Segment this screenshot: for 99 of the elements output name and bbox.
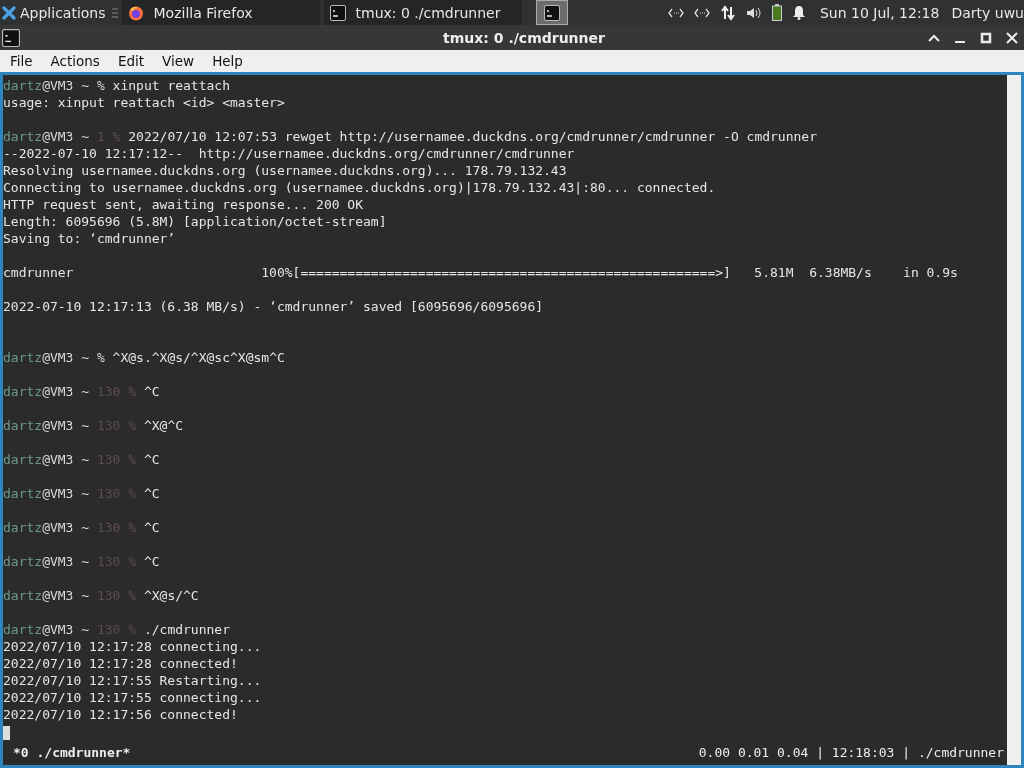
prompt-host: @VM3 [42,622,74,637]
terminal-icon [543,4,560,21]
menu-item[interactable]: Actions [50,53,100,69]
prompt-sign: % [128,622,137,637]
transfer-arrows-icon[interactable] [719,4,736,21]
command-text: ^X@s.^X@s/^X@sc^X@sm^C [112,350,285,365]
prompt-sign: % [128,452,137,467]
battery-icon[interactable] [771,4,782,21]
command-text: ^C [143,452,160,467]
menu-item[interactable]: View [162,53,195,69]
command-text: ^C [143,384,160,399]
output-text: 2022/07/10 12:17:56 connected! [3,707,238,722]
separator-icon [111,7,118,18]
prompt-host: @VM3 [42,588,74,603]
prompt-path: ~ [81,520,90,535]
window-title: tmux: 0 ./cmdrunner [442,29,606,46]
network-icon[interactable] [667,7,684,18]
output-text: --2022-07-10 12:17:12-- http://usernamee.duckdns.org/cmdrunner/cmdrunner [3,146,575,161]
prompt-sign: % [128,588,137,603]
clock[interactable]: Sun 10 Jul, 12:18 [819,4,940,21]
output-text: Resolving usernamee.duckdns.org (usernamee.duckdns.org)... 178.79.132.43 [3,163,567,178]
prompt-sign: % [128,418,137,433]
prompt-sign: % [128,554,137,569]
terminal-icon [329,4,346,21]
prompt-user: dartz [3,622,43,637]
command-text: 2022/07/10 12:07:53 rewget http://usernamee.duckdns.org/cmdrunner/cmdrunner -O cmdrunner [128,129,817,144]
prompt-path: ~ [81,78,90,93]
output-text: 2022/07/10 12:17:55 Restarting... [3,673,262,688]
prompt-path: ~ [81,452,90,467]
prompt-user: dartz [3,588,43,603]
prompt-path: ~ [81,350,90,365]
prompt-user: dartz [3,350,43,365]
output-text: 2022/07/10 12:17:28 connecting... [3,639,262,654]
menu-item[interactable]: Edit [117,53,145,69]
command-text: ^C [143,554,160,569]
prompt-sign: % [128,384,137,399]
command-text: xinput reattach [112,78,230,93]
network-icon[interactable] [693,7,710,18]
prompt-host: @VM3 [42,384,74,399]
menu-item[interactable]: File [10,53,33,69]
command-text: ./cmdrunner [143,622,230,637]
applications-menu[interactable]: Applications [0,0,108,25]
prompt-path: ~ [81,384,90,399]
prompt-user: dartz [3,520,43,535]
notification-bell-icon[interactable] [791,5,806,20]
prompt-host: @VM3 [42,78,74,93]
prompt-host: @VM3 [42,520,74,535]
taskbar-button[interactable] [535,0,568,25]
prompt-user: dartz [3,129,43,144]
output-text: Connecting to usernamee.duckdns.org (usernamee.duckdns.org)|178.79.132.43|:80... connected. [3,180,716,195]
prompt-path: ~ [81,554,90,569]
output-text: 2022-07-10 12:17:13 (6.38 MB/s) - ‘cmdrunner’ saved [6095696/6095696] [3,299,544,314]
user-name[interactable]: Darty uwu [951,4,1024,21]
terminal-icon [2,28,20,47]
close-button[interactable] [1006,31,1018,44]
prompt-host: @VM3 [42,486,74,501]
prompt-user: dartz [3,418,43,433]
prompt-user: dartz [3,452,43,467]
command-text: ^C [143,520,160,535]
prompt-sign: % [112,129,121,144]
output-text: HTTP request sent, awaiting response... 200 OK [3,197,364,212]
prompt-path: ~ [81,486,90,501]
prompt-path: ~ [81,622,90,637]
prompt-host: @VM3 [42,554,74,569]
prompt-host: @VM3 [42,129,74,144]
prompt-sign: % [128,520,137,535]
text-cursor [3,725,10,740]
taskbar-button[interactable]: Mozilla Firefox [121,0,320,25]
prompt-sign: % [128,486,137,501]
prompt-user: dartz [3,384,43,399]
prompt-user: dartz [3,486,43,501]
command-text: ^C [143,486,160,501]
prompt-host: @VM3 [42,350,74,365]
output-text: 2022/07/10 12:17:55 connecting... [3,690,262,705]
command-text: ^X@^C [143,418,184,433]
prompt-host: @VM3 [42,418,74,433]
scrollbar[interactable] [1007,75,1021,765]
tmux-window-label[interactable]: *0 ./cmdrunner* [13,744,131,761]
output-text: usage: xinput reattach <id> <master> [3,95,285,110]
prompt-path: ~ [81,418,90,433]
firefox-icon [127,4,144,21]
prompt-sign: % [96,78,105,93]
menu-item[interactable]: Help [212,53,243,69]
prompt-sign: % [96,350,105,365]
prompt-host: @VM3 [42,452,74,467]
taskbar-button[interactable]: tmux: 0 ./cmdrunner [323,0,522,25]
tmux-status-info: 0.00 0.01 0.04 | 12:18:03 | ./cmdrunner [698,744,1004,761]
output-text: Saving to: ‘cmdrunner’ [3,231,176,246]
volume-icon[interactable] [745,5,762,20]
output-text: Length: 6095696 (5.8M) [application/octet-stream] [3,214,387,229]
command-text: ^X@s/^C [143,588,199,603]
output-text: 2022/07/10 12:17:28 connected! [3,656,238,671]
maximize-button[interactable] [980,31,992,44]
prompt-path: ~ [81,588,90,603]
prompt-user: dartz [3,554,43,569]
prompt-path: ~ [81,129,90,144]
prompt-user: dartz [3,78,43,93]
x-logo-icon [2,5,16,20]
output-text: cmdrunner 100%[=====================================================>] 5.81M 6.38MB/s in 0.9s [3,265,958,280]
